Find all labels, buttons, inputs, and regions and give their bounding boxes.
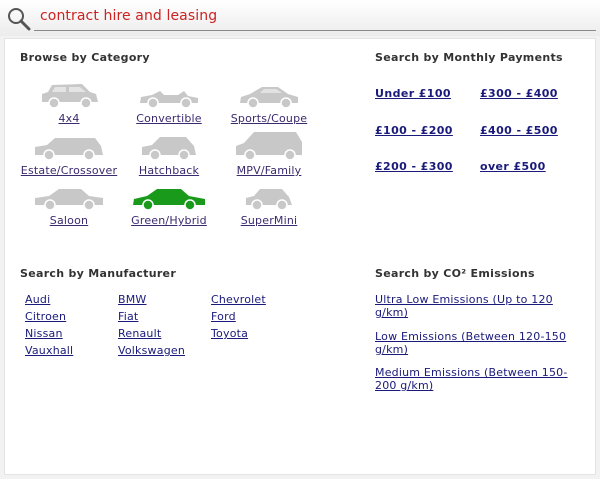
- category-hatchback-link[interactable]: Hatchback: [114, 164, 224, 177]
- search-underline: [34, 30, 596, 31]
- manufacturer-toyota[interactable]: Toyota: [211, 327, 248, 340]
- category-saloon[interactable]: Saloon: [14, 186, 124, 227]
- monthly-payments-title: Search by Monthly Payments: [375, 51, 563, 64]
- manufacturer-renault[interactable]: Renault: [118, 327, 161, 340]
- manufacturer-title: Search by Manufacturer: [20, 267, 177, 280]
- manufacturer-chevrolet[interactable]: Chevrolet: [211, 293, 266, 306]
- manufacturer-volkswagen[interactable]: Volkswagen: [118, 344, 185, 357]
- category-4x4-link[interactable]: 4x4: [14, 112, 124, 125]
- category-sports-coupe[interactable]: Sports/Coupe: [214, 82, 324, 125]
- payment-100-200[interactable]: £100 - £200: [375, 124, 453, 137]
- co2-ultra-low[interactable]: Ultra Low Emissions (Up to 120 g/km): [375, 293, 575, 319]
- category-supermini-link[interactable]: SuperMini: [214, 214, 324, 227]
- manufacturer-vauxhall[interactable]: Vauxhall: [25, 344, 73, 357]
- category-green-hybrid[interactable]: Green/Hybrid: [114, 186, 224, 227]
- co2-low[interactable]: Low Emissions (Between 120-150 g/km): [375, 330, 575, 356]
- hybrid-icon: [133, 189, 205, 211]
- category-supermini[interactable]: SuperMini: [214, 186, 324, 227]
- category-mpv-family[interactable]: MPV/Family: [214, 130, 324, 177]
- category-hatchback[interactable]: Hatchback: [114, 134, 224, 177]
- manufacturer-nissan[interactable]: Nissan: [25, 327, 63, 340]
- manufacturer-audi[interactable]: Audi: [25, 293, 50, 306]
- category-mpv-family-link[interactable]: MPV/Family: [214, 164, 324, 177]
- browse-category-title: Browse by Category: [20, 51, 150, 64]
- payment-400-500[interactable]: £400 - £500: [480, 124, 558, 137]
- category-green-hybrid-link[interactable]: Green/Hybrid: [114, 214, 224, 227]
- manufacturer-fiat[interactable]: Fiat: [118, 310, 138, 323]
- category-4x4[interactable]: 4x4: [14, 82, 124, 125]
- supermini-icon: [246, 189, 292, 211]
- manufacturer-ford[interactable]: Ford: [211, 310, 236, 323]
- manufacturer-citroen[interactable]: Citroen: [25, 310, 66, 323]
- co2-title: Search by CO² Emissions: [375, 267, 535, 280]
- mpv-icon: [236, 132, 302, 161]
- hatchback-icon: [142, 137, 196, 161]
- manufacturer-bmw[interactable]: BMW: [118, 293, 147, 306]
- search-bar: contract hire and leasing: [0, 0, 600, 36]
- payment-over-500[interactable]: over £500: [480, 160, 546, 173]
- payment-300-400[interactable]: £300 - £400: [480, 87, 558, 100]
- payment-under-100[interactable]: Under £100: [375, 87, 451, 100]
- category-saloon-link[interactable]: Saloon: [14, 214, 124, 227]
- convertible-icon: [140, 91, 198, 109]
- saloon-icon: [35, 189, 103, 211]
- search-icon[interactable]: [6, 6, 32, 32]
- estate-icon: [35, 138, 103, 161]
- category-estate-crossover-link[interactable]: Estate/Crossover: [14, 164, 124, 177]
- co2-medium[interactable]: Medium Emissions (Between 150-200 g/km): [375, 366, 575, 392]
- search-input[interactable]: contract hire and leasing: [40, 8, 217, 24]
- category-convertible-link[interactable]: Convertible: [114, 112, 224, 125]
- coupe-icon: [240, 87, 298, 109]
- category-estate-crossover[interactable]: Estate/Crossover: [14, 134, 124, 177]
- category-sports-coupe-link[interactable]: Sports/Coupe: [214, 112, 324, 125]
- category-convertible[interactable]: Convertible: [114, 82, 224, 125]
- suv-icon: [42, 84, 98, 109]
- payment-200-300[interactable]: £200 - £300: [375, 160, 453, 173]
